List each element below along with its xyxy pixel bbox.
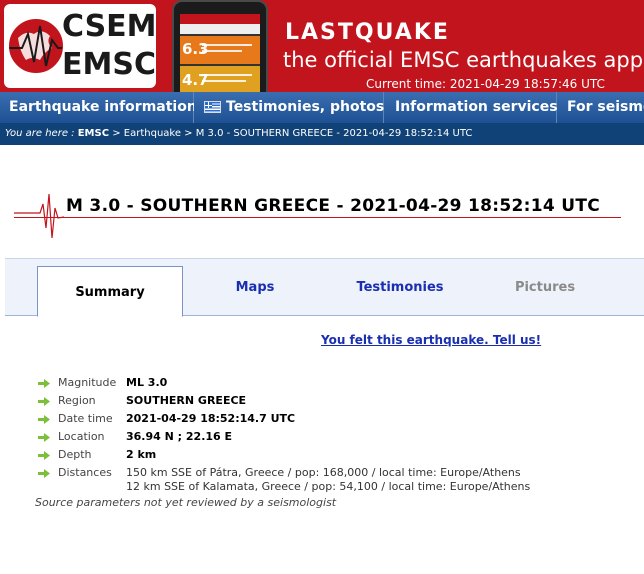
arrow-right-icon	[38, 451, 50, 460]
current-time: Current time: 2021-04-29 18:57:46 UTC	[366, 77, 605, 91]
param-value: 2 km	[126, 448, 157, 461]
phone-text-line	[202, 80, 246, 82]
felt-earthquake-link[interactable]: You felt this earthquake. Tell us!	[321, 333, 541, 347]
logo-emsc-text: EMSC	[62, 47, 156, 82]
arrow-right-icon	[38, 469, 50, 478]
breadcrumb-prefix: You are here :	[5, 128, 78, 139]
distance-line-patra: 150 km SSE of Pátra, Greece / pop: 168,0…	[126, 466, 521, 479]
app-title[interactable]: LASTQUAKE	[285, 20, 450, 46]
flag-cross	[205, 102, 212, 108]
tab-maps[interactable]: Maps	[205, 259, 305, 316]
phone-text-line	[202, 44, 252, 46]
nav-information-services[interactable]: Information services	[384, 92, 558, 123]
param-label: Location	[58, 430, 105, 443]
phone-quake-row: 4.7	[180, 66, 260, 92]
phone-text-line	[202, 50, 242, 52]
emsc-logo[interactable]: CSEM EMSC	[4, 4, 156, 88]
event-tabs: Summary Maps Testimonies Pictures	[5, 258, 644, 317]
param-value: SOUTHERN GREECE	[126, 394, 247, 407]
distance-line-kalamata: 12 km SSE of Kalamata, Greece / pop: 54,…	[126, 480, 531, 493]
phone-magnitude: 6.3	[182, 40, 209, 58]
logo-csem-text: CSEM	[62, 9, 156, 44]
event-title: M 3.0 - SOUTHERN GREECE - 2021-04-29 18:…	[66, 196, 600, 216]
param-label: Region	[58, 394, 96, 407]
param-label: Magnitude	[58, 376, 117, 389]
breadcrumb-separator: >	[109, 128, 124, 139]
param-value: ML 3.0	[126, 376, 168, 389]
phone-quake-row: 6.3	[180, 36, 260, 64]
breadcrumb-current: M 3.0 - SOUTHERN GREECE - 2021-04-29 18:…	[195, 128, 473, 139]
app-subtitle[interactable]: the official EMSC earthquakes app	[283, 47, 643, 73]
breadcrumb: You are here : EMSC > Earthquake > M 3.0…	[0, 123, 644, 145]
main-nav: Earthquake information Testimonies, phot…	[0, 92, 644, 123]
nav-earthquake-information[interactable]: Earthquake information	[0, 92, 197, 123]
phone-screen: 6.3 4.7	[180, 14, 260, 92]
seismogram-icon	[14, 193, 64, 239]
title-underline	[14, 217, 621, 218]
param-value: 2021-04-29 18:52:14.7 UTC	[126, 412, 296, 425]
breadcrumb-separator: >	[181, 128, 196, 139]
tab-pictures[interactable]: Pictures	[495, 259, 595, 316]
breadcrumb-emsc-link[interactable]: EMSC	[78, 128, 109, 139]
phone-text-line	[202, 74, 252, 76]
tab-summary[interactable]: Summary	[37, 266, 183, 317]
breadcrumb-earthquake-link[interactable]: Earthquake	[124, 128, 181, 139]
param-value: 36.94 N ; 22.16 E	[126, 430, 233, 443]
nav-testimonies-label: Testimonies, photos	[226, 99, 385, 115]
tab-testimonies[interactable]: Testimonies	[340, 259, 460, 316]
param-label: Depth	[58, 448, 92, 461]
nav-for-seismologists[interactable]: For seismologists	[557, 92, 644, 123]
phone-app-bar	[180, 14, 260, 24]
arrow-right-icon	[38, 379, 50, 388]
source-review-note: Source parameters not yet reviewed by a …	[35, 496, 337, 509]
lastquake-phone-image[interactable]: 6.3 4.7	[172, 0, 268, 92]
greece-flag-icon	[204, 101, 221, 113]
arrow-right-icon	[38, 415, 50, 424]
phone-tabs	[180, 24, 260, 34]
arrow-right-icon	[38, 433, 50, 442]
arrow-right-icon	[38, 397, 50, 406]
param-label: Distances	[58, 466, 112, 479]
param-value: 150 km SSE of Pátra, Greece / pop: 168,0…	[126, 466, 530, 494]
param-label: Date time	[58, 412, 113, 425]
nav-testimonies-photos[interactable]: Testimonies, photos	[194, 92, 384, 123]
site-header: CSEM EMSC 6.3 4.7 LASTQUAKE the official…	[0, 0, 644, 92]
